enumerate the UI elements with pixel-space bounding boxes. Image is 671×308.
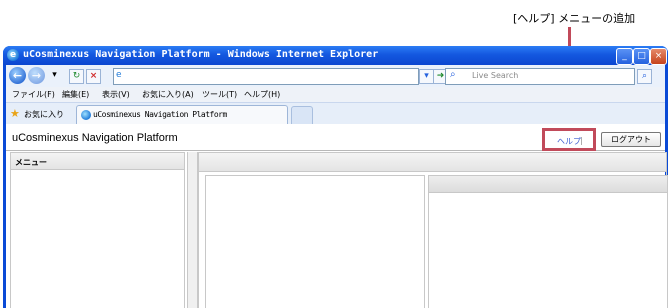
search-icon[interactable]: ⌕ [637, 69, 652, 84]
stop-icon[interactable]: × [86, 69, 101, 84]
tab-title: uCosminexus Navigation Platform [93, 110, 227, 119]
forward-icon[interactable]: → [28, 67, 45, 84]
help-highlight-box [542, 128, 596, 151]
address-input[interactable]: e [113, 68, 419, 85]
search-engine-icon: ⌕ [450, 69, 456, 80]
browser-window: e uCosminexus Navigation Platform - Wind… [3, 46, 668, 308]
search-placeholder: Live Search [472, 71, 519, 80]
menu-tools[interactable]: ツール(T) [202, 89, 237, 100]
app-header: uCosminexus Navigation Platform ヘルプ | ログ… [6, 124, 665, 151]
favorites-star-icon[interactable]: ★ [10, 107, 20, 120]
history-dropdown-icon[interactable]: ▾ [48, 69, 61, 82]
panel-splitter[interactable] [187, 152, 198, 308]
page-content: uCosminexus Navigation Platform ヘルプ | ログ… [6, 124, 668, 308]
minimize-button[interactable]: _ [616, 48, 633, 65]
favorites-button[interactable]: お気に入り [24, 109, 64, 120]
page-icon: e [116, 70, 122, 80]
work-area [198, 152, 668, 308]
callout-annotation-text: [ヘルプ] メニューの追加 [513, 12, 636, 25]
menu-view[interactable]: 表示(V) [102, 89, 130, 100]
tab-ucosminexus[interactable]: uCosminexus Navigation Platform [76, 105, 288, 125]
right-pane-header [429, 176, 667, 193]
logout-button[interactable]: ログアウト [601, 132, 661, 147]
app-title: uCosminexus Navigation Platform [12, 132, 178, 144]
search-input[interactable]: ⌕ Live Search [445, 68, 635, 85]
back-icon[interactable]: ← [9, 67, 26, 84]
menu-bar: ファイル(F) 編集(E) 表示(V) お気に入り(A) ツール(T) ヘルプ(… [6, 87, 665, 102]
menu-panel-title: メニュー [15, 158, 47, 167]
menu-file[interactable]: ファイル(F) [12, 89, 55, 100]
menu-help[interactable]: ヘルプ(H) [244, 89, 280, 100]
maximize-button[interactable]: □ [633, 48, 650, 65]
menu-panel: メニュー [10, 152, 185, 308]
tab-page-icon [81, 110, 91, 120]
address-dropdown-icon[interactable]: ▾ [419, 69, 434, 84]
new-tab-button[interactable] [291, 106, 313, 125]
menu-favorites[interactable]: お気に入り(A) [142, 89, 194, 100]
close-button[interactable]: × [650, 48, 667, 65]
ie-logo-icon: e [7, 49, 19, 61]
favorites-bar: ★ お気に入り uCosminexus Navigation Platform [6, 102, 665, 125]
menu-panel-header: メニュー [11, 153, 184, 170]
menu-edit[interactable]: 編集(E) [62, 89, 89, 100]
title-bar: e uCosminexus Navigation Platform - Wind… [3, 46, 668, 65]
middle-pane [205, 175, 425, 308]
right-pane [428, 175, 668, 308]
window-title: uCosminexus Navigation Platform - Window… [23, 49, 379, 60]
address-toolbar: ← → ▾ ↻ × e ▾ ➜ ⌕ Live Search ⌕ [6, 65, 665, 87]
refresh-icon[interactable]: ↻ [69, 69, 84, 84]
work-area-header [199, 153, 666, 172]
